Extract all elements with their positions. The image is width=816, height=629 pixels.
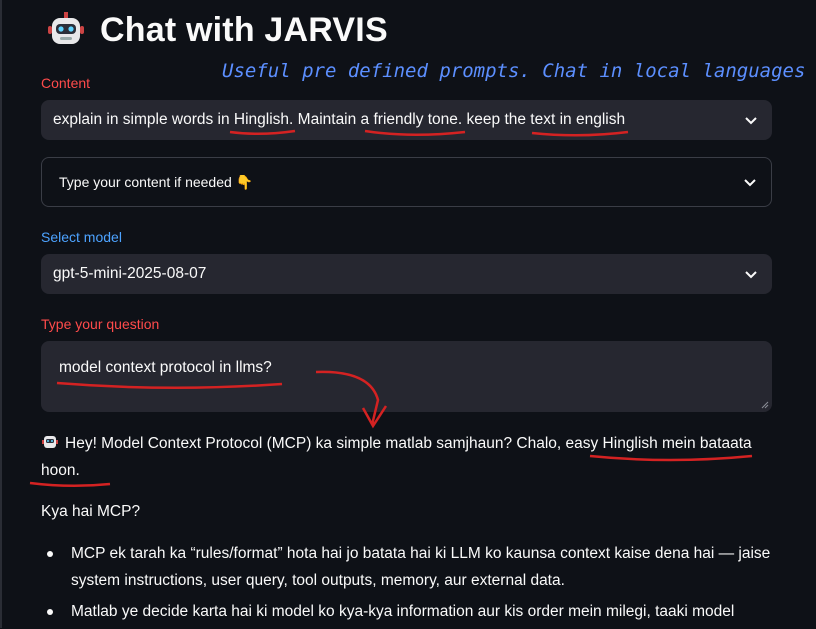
app-frame	[0, 0, 816, 628]
response-subheading: Kya hai MCP?	[41, 503, 141, 520]
expander-label: Type your content if needed 👇	[59, 173, 254, 190]
content-select[interactable]: explain in simple words in Hinglish. Mai…	[41, 100, 772, 140]
list-item: Matlab ye decide karta hai ki model ko k…	[41, 598, 781, 625]
content-label: Content	[41, 75, 91, 91]
chevron-down-icon[interactable]	[744, 267, 758, 281]
chevron-down-icon[interactable]	[743, 175, 757, 189]
robot-icon	[42, 436, 58, 448]
content-expander[interactable]: Type your content if needed 👇	[41, 157, 772, 207]
chevron-down-icon[interactable]	[744, 113, 758, 127]
resize-handle-icon[interactable]	[761, 401, 769, 409]
model-select[interactable]: gpt-5-mini-2025-08-07	[41, 254, 772, 294]
page-title: Chat with JARVIS	[100, 10, 388, 49]
question-input-value: model context protocol in llms?	[59, 359, 272, 376]
assistant-response: Hey! Model Context Protocol (MCP) ka sim…	[41, 430, 761, 484]
response-intro: Hey! Model Context Protocol (MCP) ka sim…	[41, 435, 752, 479]
question-input[interactable]: model context protocol in llms?	[41, 341, 772, 412]
question-label: Type your question	[41, 316, 160, 332]
response-bullets: MCP ek tarah ka “rules/format” hota hai …	[41, 540, 781, 629]
model-label: Select model	[41, 229, 122, 245]
list-item: MCP ek tarah ka “rules/format” hota hai …	[41, 540, 781, 594]
page-header: Chat with JARVIS	[46, 10, 388, 50]
model-select-value: gpt-5-mini-2025-08-07	[53, 265, 207, 282]
content-select-value: explain in simple words in Hinglish. Mai…	[53, 111, 626, 128]
annotation-note: Useful pre defined prompts. Chat in loca…	[222, 60, 806, 82]
robot-icon	[48, 12, 84, 44]
